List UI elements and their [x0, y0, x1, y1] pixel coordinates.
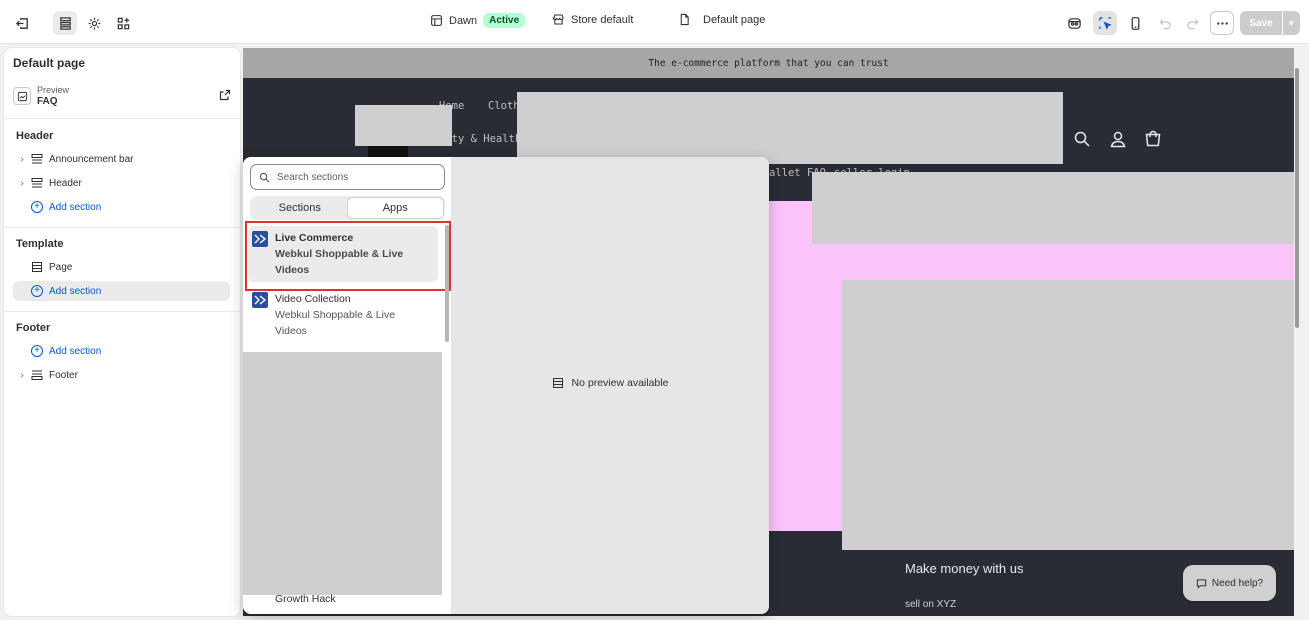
account-icon[interactable]: [1109, 130, 1127, 148]
webkul-app-logo-icon: [252, 292, 268, 308]
app-item-video-collection[interactable]: Video Collection Webkul Shoppable & Live…: [248, 287, 438, 343]
add-section-footer-button[interactable]: + Add section: [16, 341, 230, 361]
chevron-right-icon[interactable]: ›: [16, 177, 28, 189]
external-link-icon[interactable]: [219, 89, 231, 101]
no-preview-message: No preview available: [451, 377, 769, 389]
picker-tabs: Sections Apps: [250, 196, 445, 220]
page-name: Default page: [703, 13, 766, 26]
preview-icon: [13, 87, 31, 105]
sections-icon[interactable]: [53, 11, 77, 35]
mobile-view-icon[interactable]: [1123, 11, 1147, 35]
sidebar-item-label: Announcement bar: [49, 153, 134, 165]
page-section-icon: [32, 262, 42, 272]
picker-scrollbar[interactable]: [445, 225, 449, 342]
preview-value: FAQ: [37, 96, 58, 107]
template-group-title: Template: [16, 238, 64, 250]
page-title: Default page: [13, 56, 86, 70]
nav-clothing[interactable]: Cloth: [488, 100, 520, 112]
picker-preview-pane: No preview available: [451, 157, 769, 614]
footer-heading: Make money with us: [905, 561, 1024, 576]
no-preview-text: No preview available: [571, 377, 669, 389]
scrollbar-thumb[interactable]: [1295, 68, 1299, 328]
redacted-block: [243, 352, 442, 595]
app-vendor: Webkul Shoppable & Live: [275, 309, 396, 321]
plus-circle-icon: +: [31, 201, 43, 213]
section-icon: [31, 178, 43, 188]
page-icon: [680, 13, 689, 26]
cart-icon[interactable]: [1144, 130, 1162, 148]
canvas-scrollbar[interactable]: [1294, 48, 1309, 616]
divider: [4, 311, 240, 312]
theme-name: Dawn: [449, 14, 478, 27]
select-cursor-icon[interactable]: [1093, 11, 1117, 35]
store-icon: [552, 14, 564, 25]
apps-icon[interactable]: [111, 11, 135, 35]
store-name: Store default: [571, 13, 634, 26]
redacted-block: [355, 105, 452, 146]
sidebar-item-header[interactable]: › Header: [16, 173, 230, 193]
sidebar-item-label: Page: [49, 261, 73, 273]
sidebar-item-page[interactable]: Page: [16, 257, 230, 277]
divider: [4, 227, 240, 228]
preview-label: Preview: [37, 85, 70, 95]
sidebar-item-announcement-bar[interactable]: › Announcement bar: [16, 149, 230, 169]
app-name: Video Collection: [275, 293, 351, 305]
highlight-annotation: [245, 221, 451, 291]
help-button[interactable]: Need help?: [1183, 565, 1276, 601]
add-section-header-button[interactable]: + Add section: [16, 197, 230, 217]
preview-selector[interactable]: Preview FAQ: [13, 85, 231, 109]
footer-section-icon: [31, 370, 43, 380]
page-selector[interactable]: Default page: [678, 13, 765, 26]
redo-icon[interactable]: [1180, 11, 1204, 35]
help-label: Need help?: [1211, 577, 1264, 589]
divider: [4, 118, 240, 119]
add-section-template-button[interactable]: + Add section: [13, 281, 230, 301]
theme-icon: [431, 15, 442, 26]
picker-list-pane: Sections Apps Live Commerce Webkul Shopp…: [243, 157, 451, 614]
tab-apps[interactable]: Apps: [347, 198, 443, 218]
app-vendor: Videos: [275, 325, 307, 337]
sidebar: Default page Preview FAQ Header › Announ…: [4, 48, 240, 616]
search-field[interactable]: [250, 164, 445, 190]
save-button[interactable]: Save: [1240, 11, 1282, 35]
theme-selector[interactable]: Dawn Active: [430, 13, 526, 28]
footer-group-title: Footer: [16, 322, 51, 334]
save-options-chevron-icon[interactable]: ▾: [1283, 11, 1300, 35]
redacted-block: [517, 92, 1063, 164]
search-icon: [259, 172, 270, 182]
store-selector[interactable]: Store default: [552, 13, 633, 26]
exit-icon[interactable]: [10, 11, 34, 35]
add-section-label: Add section: [49, 345, 102, 357]
header-group-title: Header: [16, 130, 54, 142]
editor-topbar: Dawn Active Store default Default page S…: [0, 0, 1309, 44]
add-section-label: Add section: [49, 285, 102, 297]
sidebar-item-label: Header: [49, 177, 82, 189]
add-section-label: Add section: [49, 201, 102, 213]
section-picker-popover: Sections Apps Live Commerce Webkul Shopp…: [243, 157, 769, 614]
tab-sections[interactable]: Sections: [252, 198, 348, 218]
chat-icon: [1196, 578, 1207, 589]
gear-icon[interactable]: [82, 11, 106, 35]
chevron-right-icon[interactable]: ›: [16, 153, 28, 165]
sidebar-item-label: Footer: [49, 369, 78, 381]
inspector-icon[interactable]: [1062, 11, 1086, 35]
chevron-right-icon[interactable]: ›: [16, 369, 28, 381]
status-badge: Active: [483, 13, 526, 28]
redacted-block: [842, 280, 1294, 550]
footer-link[interactable]: sell on XYZ: [905, 599, 956, 610]
redacted-block: [812, 172, 1294, 244]
section-icon: [552, 378, 563, 388]
section-icon: [31, 154, 43, 164]
list-item[interactable]: Growth Hack: [275, 593, 336, 605]
search-sections-input[interactable]: [277, 171, 437, 183]
sidebar-item-footer[interactable]: › Footer: [16, 365, 230, 385]
search-icon[interactable]: [1073, 130, 1091, 148]
undo-icon[interactable]: [1153, 11, 1177, 35]
plus-circle-icon: +: [31, 345, 43, 357]
announcement-bar: The e-commerce platform that you can tru…: [243, 48, 1294, 78]
plus-circle-icon: +: [31, 285, 43, 297]
more-actions-icon[interactable]: [1210, 11, 1234, 35]
